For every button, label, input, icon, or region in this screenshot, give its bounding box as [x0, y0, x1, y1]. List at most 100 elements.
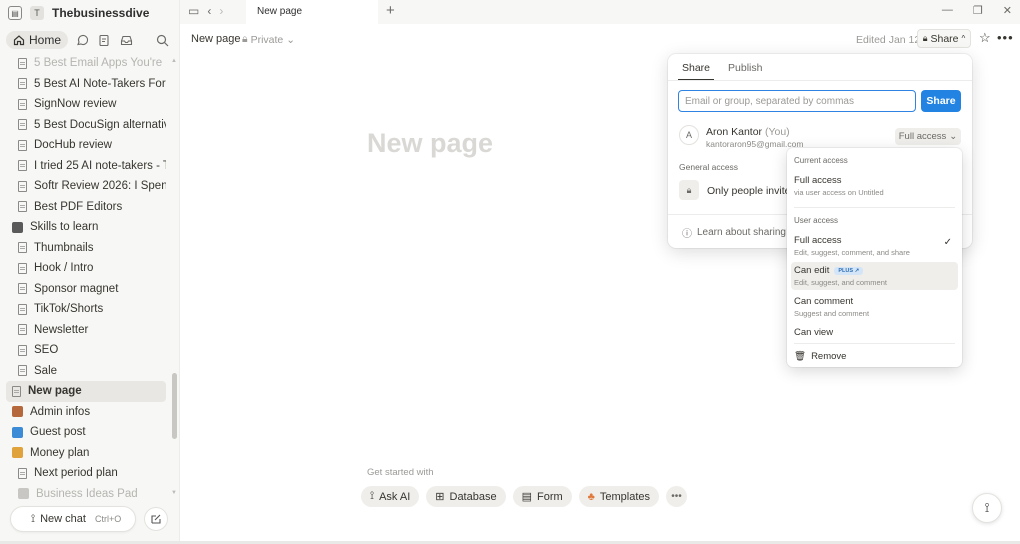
new-chat-button[interactable]: ⟟ New chat Ctrl+O	[10, 506, 136, 532]
sidebar-item[interactable]: Next period plan	[6, 463, 166, 484]
workspace-switcher[interactable]: ▤ T Thebusinessdive	[8, 3, 149, 23]
get-started-chips: ⟟ Ask AI ⊞ Database ▤ Form ♣ Templates •••	[361, 486, 688, 507]
ai-sparkle-icon: ⟟	[370, 490, 375, 502]
tab-publish[interactable]: Publish	[724, 62, 766, 81]
option-subtitle: Edit, suggest, comment, and share	[794, 248, 910, 257]
ask-ai-chip[interactable]: ⟟ Ask AI	[361, 486, 420, 507]
scroll-up-arrow[interactable]: ▲	[171, 58, 177, 64]
workspace-name: Thebusinessdive	[52, 6, 150, 20]
general-access-select[interactable]: Only people invited	[707, 185, 796, 197]
sidebar-panel-icon[interactable]: ▭	[188, 4, 199, 18]
user-you-tag: (You)	[764, 126, 790, 138]
sidebar-item[interactable]: Admin infos	[6, 402, 166, 423]
invite-share-button[interactable]: Share	[921, 90, 961, 112]
scroll-down-arrow[interactable]: ▼	[171, 490, 177, 496]
new-tab-button[interactable]: +	[386, 2, 395, 19]
home-icon	[13, 35, 25, 46]
tab-share[interactable]: Share	[678, 62, 715, 81]
menu-item-can-comment[interactable]: Can comment Suggest and comment	[791, 293, 958, 321]
sidebar-item-label: Business Ideas Pad	[36, 487, 138, 500]
sidebar-item-label: Newsletter	[34, 323, 89, 336]
lock-icon: 🔒︎	[242, 33, 248, 45]
minimize-icon[interactable]: —	[942, 4, 953, 17]
form-chip[interactable]: ▤ Form	[512, 486, 572, 507]
page-icon	[18, 365, 27, 377]
inbox-tasks-icon[interactable]	[96, 32, 112, 48]
sidebar-item[interactable]: SEO	[6, 340, 166, 361]
emoji-icon	[12, 447, 23, 459]
sidebar-item[interactable]: Skills to learn	[6, 217, 166, 238]
sidebar-item[interactable]: Sale	[6, 361, 166, 382]
ai-assistant-button[interactable]: ⟟	[972, 493, 1002, 523]
invite-input[interactable]	[678, 90, 916, 112]
templates-chip[interactable]: ♣ Templates	[578, 486, 660, 507]
sidebar-item[interactable]: SignNow review	[6, 94, 166, 115]
sidebar-item[interactable]: 5 Best Email Apps You're Pr...	[6, 53, 166, 74]
user-name-text: Aron Kantor	[706, 126, 763, 138]
close-window-icon[interactable]: ✕	[1003, 4, 1012, 17]
sidebar-item[interactable]: 5 Best DocuSign alternatives	[6, 115, 166, 136]
page-icon	[18, 180, 27, 192]
sidebar-item[interactable]: Hook / Intro	[6, 258, 166, 279]
restore-icon[interactable]: ❐	[973, 4, 983, 17]
inbox-icon[interactable]	[118, 32, 134, 48]
menu-item-can-view[interactable]: Can view	[791, 324, 958, 341]
learn-about-sharing-link[interactable]: ⓘ Learn about sharing	[682, 225, 786, 240]
divider	[668, 80, 972, 81]
favorite-star-icon[interactable]: ☆	[979, 30, 991, 46]
tab-bar: ▭ ‹ › New page + — ❐ ✕	[180, 0, 1020, 24]
sidebar-scrollbar[interactable]	[172, 373, 177, 439]
chip-label: Form	[537, 490, 563, 503]
lock-icon: 🔒︎	[922, 33, 928, 43]
menu-item-remove[interactable]: 🗑︎ Remove	[791, 348, 958, 365]
privacy-badge[interactable]: 🔒︎ Private ⌄	[242, 33, 295, 46]
sidebar-item[interactable]: I tried 25 AI note-takers - T...	[6, 156, 166, 177]
access-level-menu: Current access Full access via user acce…	[787, 148, 962, 367]
sidebar-item[interactable]: DocHub review	[6, 135, 166, 156]
avatar: A	[679, 125, 699, 145]
table-icon: ⊞	[435, 491, 445, 503]
help-icon: ⓘ	[682, 229, 692, 240]
forward-arrow-icon[interactable]: ›	[219, 4, 223, 18]
form-icon: ▤	[521, 491, 532, 503]
ai-sparkle-icon: ⟟	[31, 512, 36, 525]
sidebar-item[interactable]: New page	[6, 381, 166, 402]
sidebar-item[interactable]: Softr Review 2026: I Spent ...	[6, 176, 166, 197]
sidebar-item[interactable]: Money plan	[6, 443, 166, 464]
sidebar-item[interactable]: Guest post	[6, 422, 166, 443]
chip-label: Templates	[599, 490, 651, 503]
home-button[interactable]: Home	[6, 31, 69, 49]
database-chip[interactable]: ⊞ Database	[426, 486, 506, 507]
breadcrumb[interactable]: New page	[191, 33, 241, 45]
sidebar-item[interactable]: Newsletter	[6, 320, 166, 341]
window-controls: — ❐ ✕	[942, 4, 1012, 17]
menu-item-can-edit[interactable]: Can edit PLUS ↗ Edit, suggest, and commen…	[791, 262, 958, 290]
sidebar-item[interactable]: Thumbnails	[6, 238, 166, 259]
trash-icon: 🗑︎	[794, 351, 807, 362]
sidebar-item[interactable]: TikTok/Shorts	[6, 299, 166, 320]
sidebar-item[interactable]: 5 Best AI Note-Takers For Z...	[6, 74, 166, 95]
menu-item-full-access[interactable]: Full access Edit, suggest, comment, and …	[791, 232, 958, 260]
back-arrow-icon[interactable]: ‹	[207, 4, 211, 18]
tab-new-page[interactable]: New page	[246, 0, 378, 24]
chat-icon[interactable]	[74, 32, 90, 48]
chevron-up-icon: ^	[961, 34, 966, 43]
page-icon	[18, 324, 27, 336]
compose-button[interactable]	[144, 507, 168, 531]
sidebar-item[interactable]: Sponsor magnet	[6, 279, 166, 300]
search-icon[interactable]	[154, 32, 170, 48]
sidebar-item[interactable]: Business Ideas Pad	[6, 484, 166, 505]
more-chips-button[interactable]: •••	[666, 486, 688, 507]
header-share-button[interactable]: 🔒︎ Share ^	[917, 29, 971, 48]
user-access-select[interactable]: Full access ⌄	[895, 128, 961, 145]
page-title[interactable]: New page	[367, 128, 493, 159]
sidebar-item-label: 5 Best AI Note-Takers For Z...	[34, 77, 166, 90]
option-subtitle: Edit, suggest, and comment	[794, 278, 887, 287]
page-icon	[18, 283, 27, 295]
sidebar-toggle-icon[interactable]: ▤	[8, 6, 22, 20]
more-options-icon[interactable]: •••	[997, 30, 1014, 45]
option-title: Full access	[794, 235, 842, 246]
chip-label: Database	[449, 490, 497, 503]
plus-badge: PLUS ↗	[834, 266, 864, 275]
sidebar-item[interactable]: Best PDF Editors	[6, 197, 166, 218]
